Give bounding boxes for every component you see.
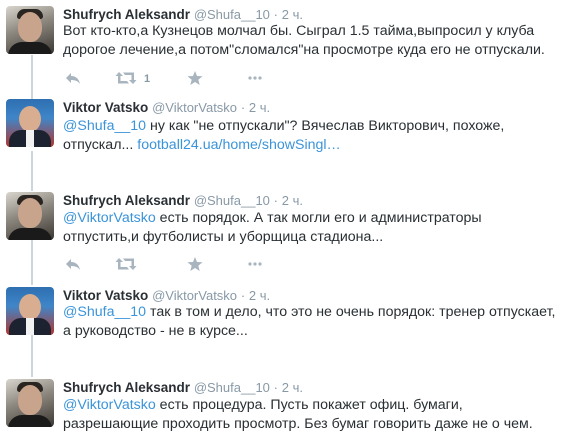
- tweet-header: Shufrych Aleksandr @Shufa__10 · 2 ч.: [63, 192, 303, 210]
- avatar[interactable]: [6, 287, 54, 335]
- tweet-text: @Shufa__10 ну как "не отпускали"? Вячесл…: [63, 117, 558, 155]
- timestamp[interactable]: 2 ч.: [249, 100, 270, 115]
- mention-link[interactable]: @Shufa__10: [63, 118, 146, 134]
- conversation-thread: Shufrych Aleksandr @Shufa__10 · 2 ч. Вот…: [0, 0, 567, 439]
- retweet-icon[interactable]: [115, 70, 137, 86]
- mention-link[interactable]: @Shufa__10: [63, 304, 146, 320]
- author-name[interactable]: Shufrych Aleksandr: [63, 7, 190, 22]
- avatar[interactable]: [6, 192, 54, 240]
- author-name[interactable]: Viktor Vatsko: [63, 100, 148, 115]
- separator-dot: ·: [273, 7, 279, 22]
- mention-link[interactable]: @ViktorVatsko: [63, 397, 156, 413]
- tweet-header: Shufrych Aleksandr @Shufa__10 · 2 ч.: [63, 379, 303, 397]
- mention-link[interactable]: @ViktorVatsko: [63, 210, 156, 226]
- url-link[interactable]: football24.ua/home/showSingl…: [137, 137, 340, 153]
- timestamp[interactable]: 2 ч.: [249, 288, 270, 303]
- avatar[interactable]: [6, 379, 54, 427]
- author-handle[interactable]: @ViktorVatsko: [152, 288, 237, 303]
- favorite-star-icon[interactable]: [187, 256, 203, 272]
- tweet[interactable]: Viktor Vatsko @ViktorVatsko · 2 ч. @Shuf…: [0, 99, 567, 159]
- separator-dot: ·: [273, 193, 279, 208]
- tweet-text: @ViktorVatsko есть процедура. Пусть пока…: [63, 396, 558, 434]
- tweet[interactable]: Shufrych Aleksandr @Shufa__10 · 2 ч. @Vi…: [0, 379, 567, 439]
- avatar[interactable]: [6, 6, 54, 54]
- retweet-icon[interactable]: [115, 256, 137, 272]
- tweet-text-segment: Вот кто-кто,а Кузнецов молчал бы. Сыграл…: [63, 23, 545, 58]
- author-handle[interactable]: @Shufa__10: [194, 193, 270, 208]
- retweet-count: 1: [144, 73, 151, 85]
- more-options-icon[interactable]: [247, 70, 263, 86]
- tweet[interactable]: Viktor Vatsko @ViktorVatsko · 2 ч. @Shuf…: [0, 287, 567, 347]
- avatar[interactable]: [6, 99, 54, 147]
- tweet-text: Вот кто-кто,а Кузнецов молчал бы. Сыграл…: [63, 22, 558, 60]
- reply-icon[interactable]: [65, 256, 81, 272]
- reply-icon[interactable]: [65, 70, 81, 86]
- favorite-star-icon[interactable]: [187, 70, 203, 86]
- separator-dot: ·: [273, 380, 279, 395]
- separator-dot: ·: [240, 288, 246, 303]
- author-name[interactable]: Shufrych Aleksandr: [63, 380, 190, 395]
- author-name[interactable]: Viktor Vatsko: [63, 288, 148, 303]
- timestamp[interactable]: 2 ч.: [282, 7, 303, 22]
- timestamp[interactable]: 2 ч.: [282, 380, 303, 395]
- tweet-text: @ViktorVatsko есть порядок. А так могли …: [63, 209, 558, 247]
- tweet-header: Viktor Vatsko @ViktorVatsko · 2 ч.: [63, 99, 270, 117]
- separator-dot: ·: [240, 100, 246, 115]
- author-handle[interactable]: @Shufa__10: [194, 380, 270, 395]
- author-handle[interactable]: @ViktorVatsko: [152, 100, 237, 115]
- timestamp[interactable]: 2 ч.: [282, 193, 303, 208]
- more-options-icon[interactable]: [247, 256, 263, 272]
- tweet-text: @Shufa__10 так в том и дело, что это не …: [63, 303, 558, 341]
- tweet[interactable]: Shufrych Aleksandr @Shufa__10 · 2 ч. Вот…: [0, 6, 567, 96]
- author-handle[interactable]: @Shufa__10: [194, 7, 270, 22]
- tweet[interactable]: Shufrych Aleksandr @Shufa__10 · 2 ч. @Vi…: [0, 192, 567, 282]
- author-name[interactable]: Shufrych Aleksandr: [63, 193, 190, 208]
